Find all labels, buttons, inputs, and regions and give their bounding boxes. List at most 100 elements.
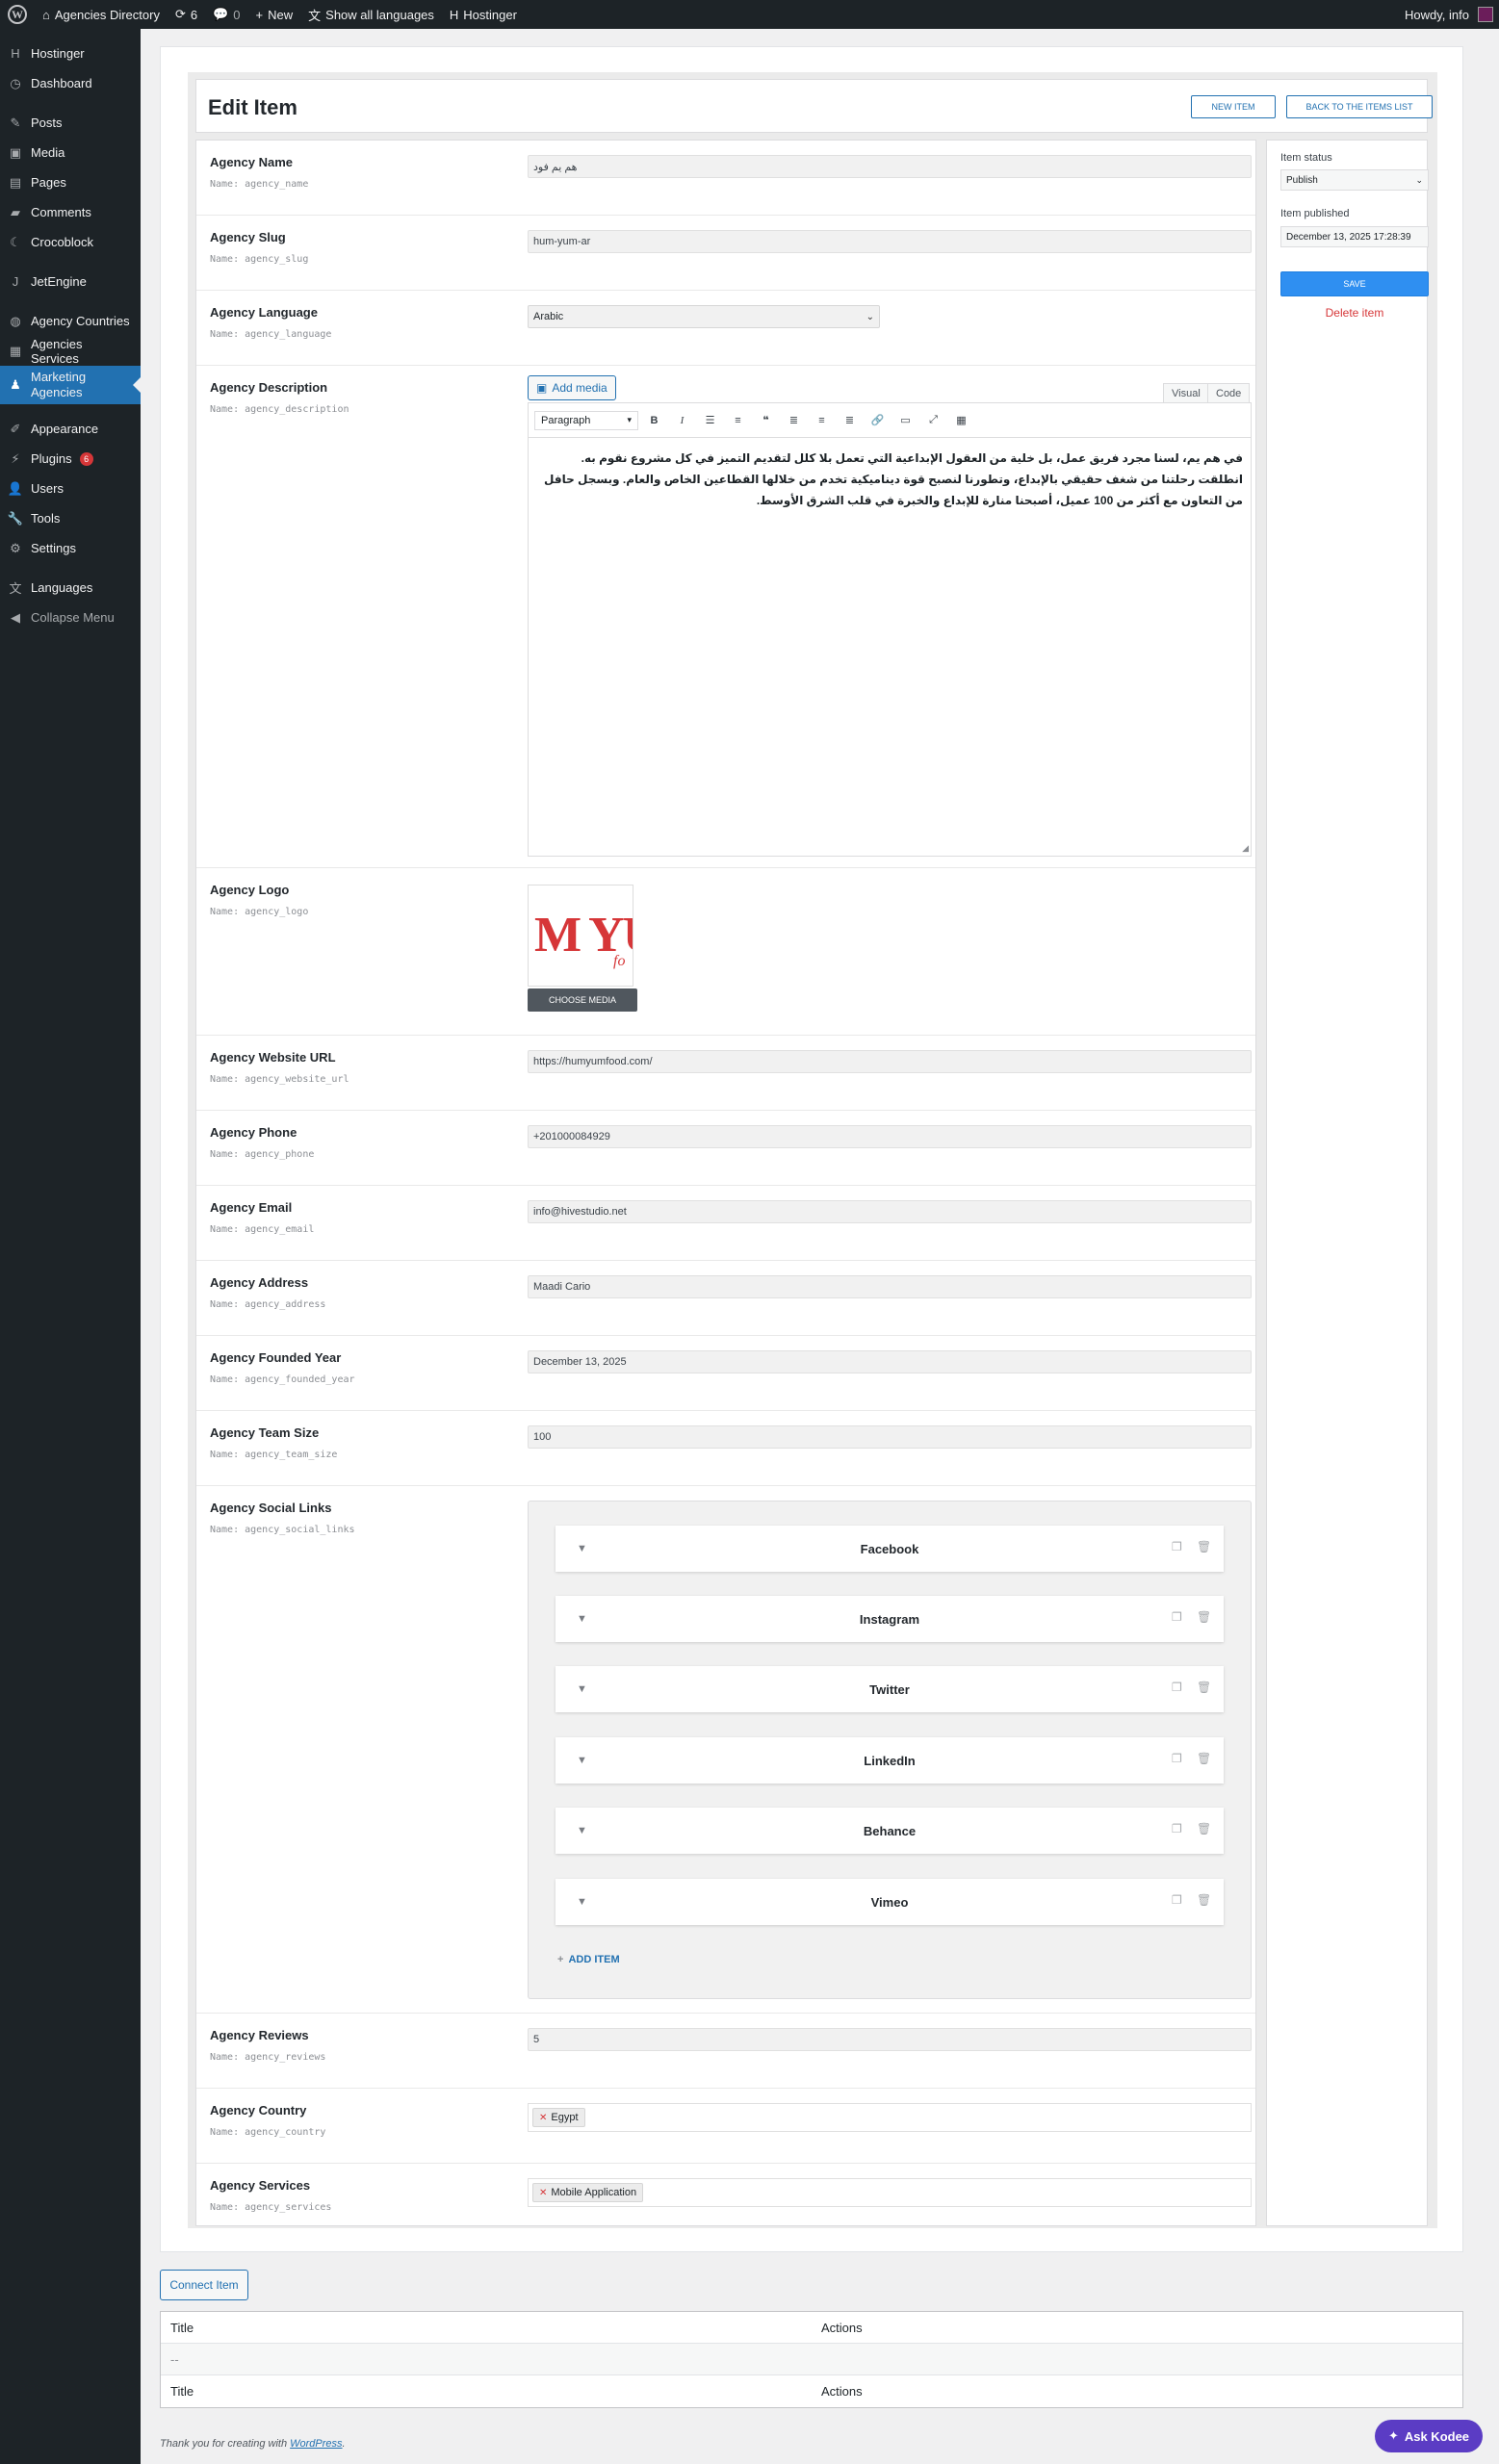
- new-item-button[interactable]: NEW ITEM: [1191, 95, 1276, 118]
- align-right-icon[interactable]: ≣: [838, 411, 862, 430]
- editor-content[interactable]: في هم يم، لسنا مجرد فريق عمل، بل خلية من…: [529, 438, 1251, 521]
- wordpress-icon: W: [8, 5, 27, 24]
- copy-icon[interactable]: ❐: [1172, 1681, 1182, 1694]
- copy-icon[interactable]: ❐: [1172, 1822, 1182, 1835]
- trash-icon[interactable]: 🗑: [1197, 1893, 1211, 1907]
- expand-arrow-icon[interactable]: ▼: [577, 1825, 587, 1836]
- repeater-item[interactable]: ▼ Instagram ❐ 🗑: [556, 1596, 1224, 1642]
- sidebar-item-posts[interactable]: ✎ Posts: [0, 108, 141, 138]
- expand-arrow-icon[interactable]: ▼: [577, 1683, 587, 1695]
- back-to-list-button[interactable]: BACK TO THE ITEMS LIST: [1286, 95, 1433, 118]
- trash-icon[interactable]: 🗑: [1197, 1610, 1211, 1624]
- copy-icon[interactable]: ❐: [1172, 1610, 1182, 1624]
- sidebar-item-tools[interactable]: 🔧 Tools: [0, 503, 141, 533]
- sidebar-item-plugins[interactable]: ⚡ Plugins 6: [0, 444, 141, 474]
- ask-kodee-button[interactable]: ✦ Ask Kodee: [1375, 2420, 1483, 2452]
- collapse-menu-button[interactable]: ◀ Collapse Menu: [0, 603, 141, 632]
- reviews-input[interactable]: 5: [528, 2028, 1252, 2051]
- expand-arrow-icon[interactable]: ▼: [577, 1613, 587, 1625]
- agency-language-select[interactable]: Arabic ⌄: [528, 305, 880, 328]
- sidebar-item-languages[interactable]: 文 Languages: [0, 573, 141, 603]
- trash-icon[interactable]: 🗑: [1197, 1822, 1211, 1835]
- sidebar-item-appearance[interactable]: ✐ Appearance: [0, 414, 141, 444]
- published-date-input[interactable]: December 13, 2025 17:28:39: [1280, 226, 1429, 247]
- sidebar-item-settings[interactable]: ⚙ Settings: [0, 533, 141, 563]
- sidebar-item-agency-countries[interactable]: ◍ Agency Countries: [0, 306, 141, 336]
- country-select[interactable]: ✕ Egypt: [528, 2103, 1252, 2132]
- sidebar-item-crocoblock[interactable]: ☾ Crocoblock: [0, 227, 141, 257]
- bold-icon[interactable]: B: [642, 411, 666, 430]
- wordpress-link[interactable]: WordPress: [290, 2438, 342, 2450]
- account-menu[interactable]: Howdy, info: [1397, 0, 1499, 29]
- sidebar-item-users[interactable]: 👤 Users: [0, 474, 141, 503]
- quote-icon[interactable]: ❝: [754, 411, 778, 430]
- refresh-icon: ⟳: [174, 7, 186, 21]
- choose-media-button[interactable]: CHOOSE MEDIA: [528, 988, 637, 1012]
- remove-icon[interactable]: ✕: [539, 2188, 547, 2198]
- sidebar-item-marketing-agencies[interactable]: ♟ Marketing Agencies: [0, 366, 141, 404]
- languages-link[interactable]: 文 Show all languages: [300, 0, 442, 29]
- media-icon: ▣: [9, 144, 22, 160]
- remove-icon[interactable]: ✕: [539, 2113, 547, 2123]
- email-input[interactable]: info@hivestudio.net: [528, 1200, 1252, 1223]
- repeater-item[interactable]: ▼ Facebook ❐ 🗑: [556, 1526, 1224, 1572]
- services-select[interactable]: ✕ Mobile Application: [528, 2178, 1252, 2207]
- repeater-item[interactable]: ▼ Behance ❐ 🗑: [556, 1808, 1224, 1854]
- site-name-link[interactable]: ⌂ Agencies Directory: [35, 0, 168, 29]
- founded-year-input[interactable]: December 13, 2025: [528, 1350, 1252, 1373]
- copy-icon[interactable]: ❐: [1172, 1893, 1182, 1907]
- tab-code[interactable]: Code: [1207, 383, 1251, 402]
- bullet-list-icon[interactable]: ☰: [698, 411, 722, 430]
- hostinger-link[interactable]: H Hostinger: [442, 0, 525, 29]
- agency-slug-input[interactable]: hum-yum-ar: [528, 230, 1252, 253]
- copy-icon[interactable]: ❐: [1172, 1540, 1182, 1553]
- format-select[interactable]: Paragraph ▾: [534, 410, 638, 430]
- read-more-icon[interactable]: ▭: [893, 411, 917, 430]
- connect-item-button[interactable]: Connect Item: [160, 2270, 248, 2300]
- sidebar-item-comments[interactable]: ▰ Comments: [0, 197, 141, 227]
- new-content-link[interactable]: + New: [248, 0, 301, 29]
- sidebar-item-jetengine[interactable]: J JetEngine: [0, 267, 141, 296]
- link-icon[interactable]: 🔗: [866, 411, 890, 430]
- tab-visual[interactable]: Visual: [1163, 383, 1209, 402]
- copy-icon[interactable]: ❐: [1172, 1752, 1182, 1765]
- align-center-icon[interactable]: ≡: [810, 411, 834, 430]
- expand-arrow-icon[interactable]: ▼: [577, 1755, 587, 1766]
- comments-link[interactable]: 💬 0: [205, 0, 247, 29]
- website-url-input[interactable]: https://humyumfood.com/: [528, 1050, 1252, 1073]
- status-select[interactable]: Publish ⌄: [1280, 169, 1429, 191]
- add-media-button[interactable]: ▣ Add media: [528, 375, 616, 400]
- trash-icon[interactable]: 🗑: [1197, 1540, 1211, 1553]
- repeater-item[interactable]: ▼ Vimeo ❐ 🗑: [556, 1879, 1224, 1925]
- fullscreen-icon[interactable]: ⤢: [921, 411, 945, 430]
- selected-tag: ✕ Egypt: [532, 2108, 585, 2127]
- numbered-list-icon[interactable]: ≡: [726, 411, 750, 430]
- sidebar-item-dashboard[interactable]: ◷ Dashboard: [0, 68, 141, 98]
- wordpress-logo-link[interactable]: W: [0, 0, 35, 29]
- sidebar-item-pages[interactable]: ▤ Pages: [0, 167, 141, 197]
- delete-item-link[interactable]: Delete item: [1280, 306, 1429, 320]
- trash-icon[interactable]: 🗑: [1197, 1752, 1211, 1765]
- sidebar-item-agencies-services[interactable]: ▦ Agencies Services: [0, 336, 141, 366]
- phone-input[interactable]: +201000084929: [528, 1125, 1252, 1148]
- italic-icon[interactable]: I: [670, 411, 694, 430]
- expand-arrow-icon[interactable]: ▼: [577, 1896, 587, 1908]
- field-label: Agency Social Links: [210, 1501, 332, 1515]
- field-row: Agency Email Name: agency_email info@hiv…: [196, 1186, 1255, 1261]
- sidebar-item-hostinger[interactable]: H Hostinger: [0, 38, 141, 68]
- agency-name-input[interactable]: هم يم فود: [528, 155, 1252, 178]
- hostinger-label: Hostinger: [463, 7, 517, 22]
- repeater-item[interactable]: ▼ Twitter ❐ 🗑: [556, 1666, 1224, 1712]
- team-size-input[interactable]: 100: [528, 1425, 1252, 1449]
- align-left-icon[interactable]: ≣: [782, 411, 806, 430]
- add-item-button[interactable]: + ADD ITEM: [557, 1954, 620, 1965]
- resize-handle-icon[interactable]: ◢: [1242, 843, 1249, 854]
- updates-link[interactable]: ⟳ 6: [168, 0, 205, 29]
- address-input[interactable]: Maadi Cario: [528, 1275, 1252, 1298]
- sidebar-item-media[interactable]: ▣ Media: [0, 138, 141, 167]
- expand-arrow-icon[interactable]: ▼: [577, 1543, 587, 1554]
- toolbar-toggle-icon[interactable]: ▦: [949, 411, 973, 430]
- repeater-item[interactable]: ▼ LinkedIn ❐ 🗑: [556, 1737, 1224, 1784]
- trash-icon[interactable]: 🗑: [1197, 1681, 1211, 1694]
- save-button[interactable]: SAVE: [1280, 271, 1429, 296]
